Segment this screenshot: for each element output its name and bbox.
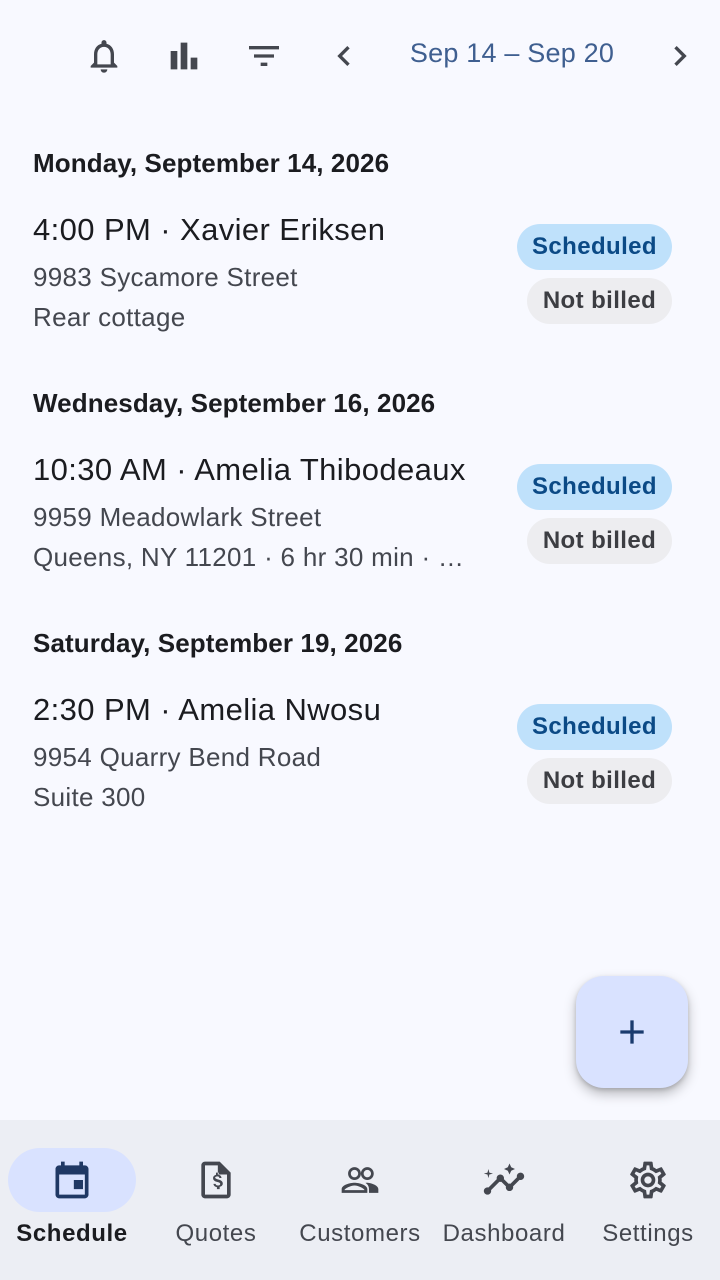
nav-item-dashboard[interactable]: Dashboard: [432, 1120, 576, 1280]
appointment-title: 10:30 AM · Amelia Thibodeaux: [33, 452, 466, 487]
nav-indicator: [152, 1148, 280, 1212]
nav-item-customers[interactable]: Customers: [288, 1120, 432, 1280]
nav-label: Dashboard: [442, 1220, 566, 1247]
date-range-label[interactable]: Sep 14 – Sep 20: [392, 38, 632, 69]
filter-icon[interactable]: [238, 30, 290, 82]
nav-item-settings[interactable]: Settings: [576, 1120, 720, 1280]
nav-item-schedule[interactable]: Schedule: [0, 1120, 144, 1280]
people-icon: [341, 1167, 379, 1193]
invoice-icon: [201, 1161, 231, 1199]
notifications-icon[interactable]: [78, 30, 130, 82]
nav-indicator: [296, 1148, 424, 1212]
chevron-right-icon[interactable]: [654, 30, 706, 82]
nav-item-quotes[interactable]: Quotes: [144, 1120, 288, 1280]
appointment-address: 9983 Sycamore Street: [33, 262, 298, 292]
status-badge: Scheduled: [517, 464, 672, 510]
schedule-list: Monday, September 14, 2026 4:00 PM · Xav…: [0, 124, 720, 844]
nav-indicator: [440, 1148, 568, 1212]
day-header: Monday, September 14, 2026: [33, 148, 390, 178]
status-badge: Scheduled: [517, 704, 672, 750]
billing-badge: Not billed: [527, 758, 672, 804]
gear-icon: [630, 1161, 666, 1199]
appointment-title: 2:30 PM · Amelia Nwosu: [33, 692, 382, 727]
appointment-detail: Queens, NY 11201 · 6 hr 30 min · …: [33, 542, 465, 572]
add-icon: [620, 1020, 644, 1044]
appointment-detail: Rear cottage: [33, 302, 186, 332]
day-group: Saturday, September 19, 2026 2:30 PM · A…: [0, 604, 720, 844]
top-app-bar: Sep 14 – Sep 20: [0, 0, 720, 112]
insights-icon: [483, 1163, 525, 1195]
day-group: Wednesday, September 16, 2026 10:30 AM ·…: [0, 364, 720, 604]
calendar-icon: [55, 1161, 89, 1199]
day-group: Monday, September 14, 2026 4:00 PM · Xav…: [0, 124, 720, 364]
nav-indicator: [8, 1148, 136, 1212]
bar-chart-icon[interactable]: [158, 30, 210, 82]
appointment-title: 4:00 PM · Xavier Eriksen: [33, 212, 386, 247]
appointment-item[interactable]: 2:30 PM · Amelia Nwosu 9954 Quarry Bend …: [0, 684, 720, 824]
appointment-address: 9954 Quarry Bend Road: [33, 742, 322, 772]
status-badge: Scheduled: [517, 224, 672, 270]
appointment-item[interactable]: 4:00 PM · Xavier Eriksen 9983 Sycamore S…: [0, 204, 720, 344]
nav-label: Quotes: [175, 1220, 257, 1247]
nav-label: Customers: [299, 1220, 421, 1247]
nav-label: Schedule: [16, 1220, 128, 1247]
nav-label: Settings: [602, 1220, 694, 1247]
billing-badge: Not billed: [527, 518, 672, 564]
appointment-address: 9959 Meadowlark Street: [33, 502, 322, 532]
chevron-left-icon[interactable]: [318, 30, 370, 82]
billing-badge: Not billed: [527, 278, 672, 324]
appointment-item[interactable]: 10:30 AM · Amelia Thibodeaux 9959 Meadow…: [0, 444, 720, 584]
app-root: Sep 14 – Sep 20 Monday, September 14, 20…: [0, 0, 720, 1280]
add-appointment-button[interactable]: [576, 976, 688, 1088]
appointment-detail: Suite 300: [33, 782, 146, 812]
day-header: Wednesday, September 16, 2026: [33, 388, 436, 418]
bottom-navigation: Schedule Quotes Customers Dashboard Sett: [0, 1120, 720, 1280]
day-header: Saturday, September 19, 2026: [33, 628, 403, 658]
nav-indicator: [584, 1148, 712, 1212]
